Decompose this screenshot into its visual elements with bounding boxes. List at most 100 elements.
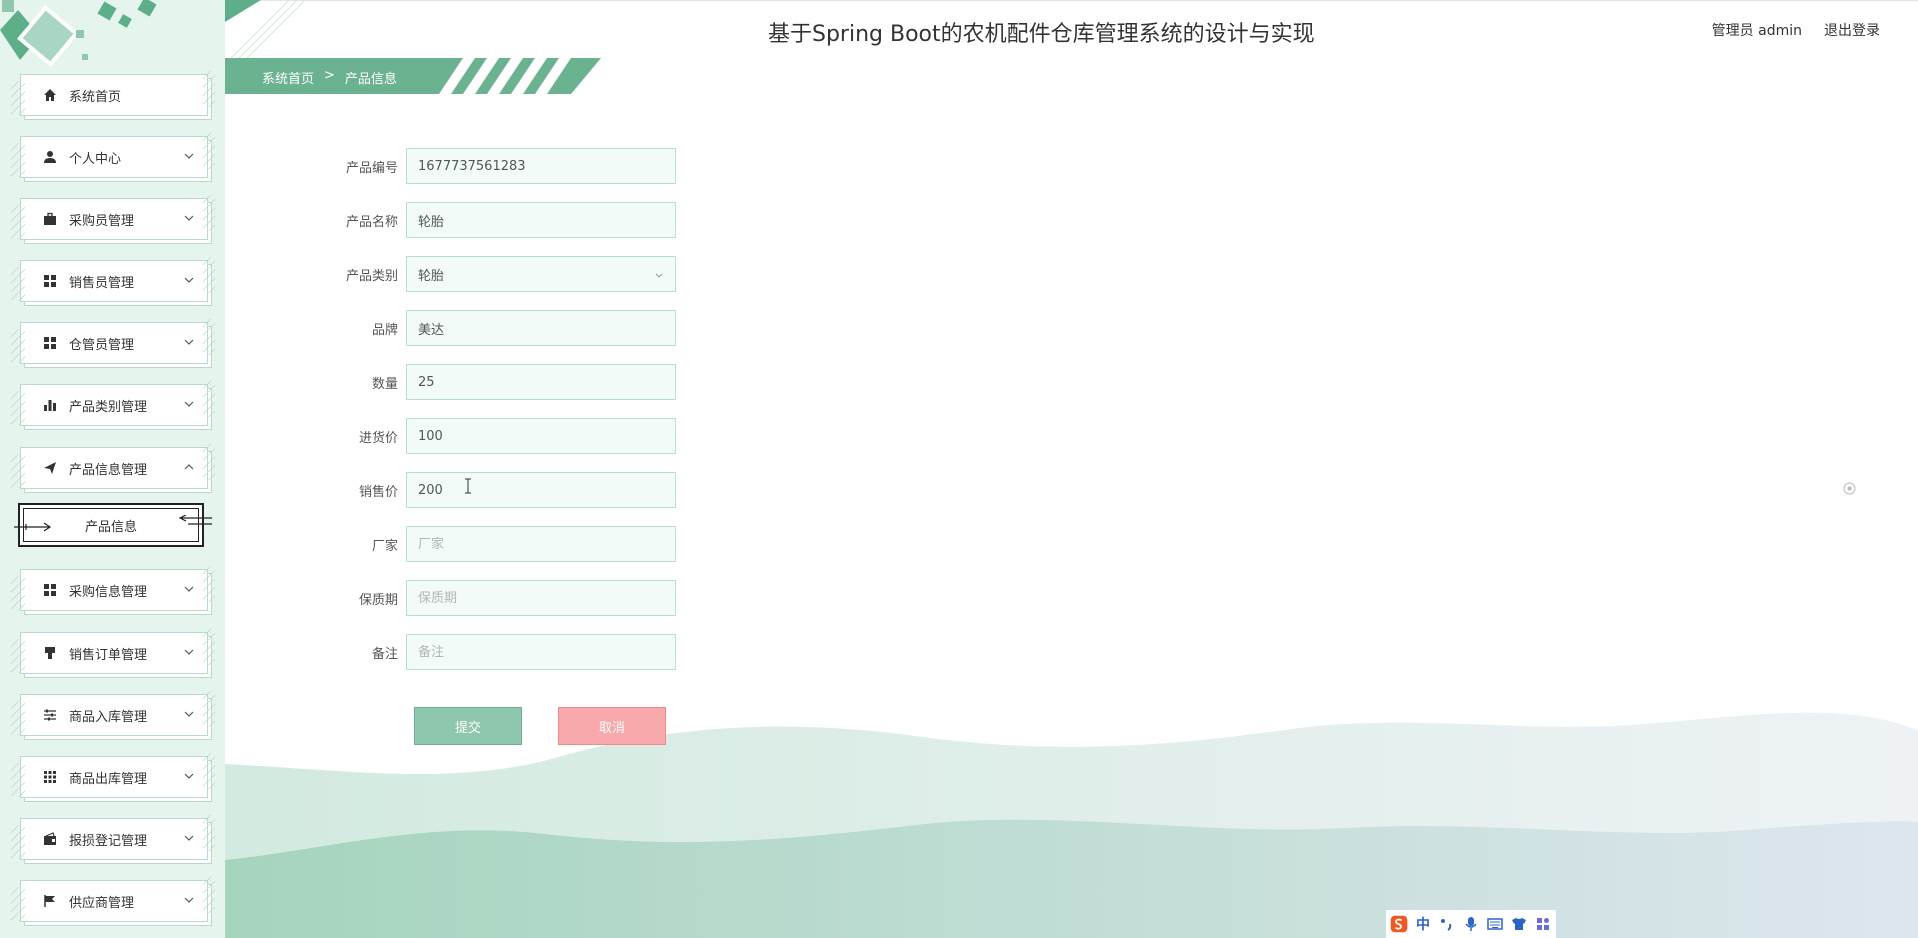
form-row-brand: 品牌 xyxy=(320,310,676,346)
mic-icon[interactable] xyxy=(1462,915,1480,933)
brand-input[interactable] xyxy=(418,320,675,336)
sidebar-item-salesperson[interactable]: 销售员管理 xyxy=(11,257,215,302)
form-row-product-category: 产品类别 轮胎 xyxy=(320,256,676,292)
sidebar-item-product-category[interactable]: 产品类别管理 xyxy=(11,381,215,426)
shelf-life-field[interactable] xyxy=(406,580,676,616)
chevron-down-icon xyxy=(184,835,194,841)
sidebar-item-label: 产品类别管理 xyxy=(69,399,148,415)
stamp-icon xyxy=(43,646,57,660)
sidebar: 系统首页 个人中心 采购员管理 销售员管理 仓管员管理 产品类别管理 产品信息管… xyxy=(0,0,225,938)
sidebar-item-label: 销售订单管理 xyxy=(69,647,148,663)
chinese-mode-toggle[interactable]: 中 xyxy=(1414,915,1432,933)
sidebar-item-purchase-info[interactable]: 采购信息管理 xyxy=(11,566,215,611)
sidebar-item-sales-order[interactable]: 销售订单管理 xyxy=(11,629,215,674)
brand-field[interactable] xyxy=(406,310,676,346)
manufacturer-input[interactable] xyxy=(418,536,675,552)
grid-icon xyxy=(43,274,57,288)
grid-icon xyxy=(43,336,57,350)
sidebar-subitem-product-info[interactable]: 产品信息 xyxy=(14,503,212,547)
sidebar-item-warehouse-keeper[interactable]: 仓管员管理 xyxy=(11,319,215,364)
product-name-field[interactable] xyxy=(406,202,676,238)
ime-toolbar: 中 xyxy=(1386,910,1556,938)
quantity-input[interactable] xyxy=(418,374,675,390)
field-label: 进货价 xyxy=(358,430,398,446)
target-icon[interactable] xyxy=(1843,482,1856,495)
field-label: 品牌 xyxy=(371,322,398,338)
breadcrumb: 系统首页 > 产品信息 xyxy=(262,68,397,87)
sidebar-item-personal-center[interactable]: 个人中心 xyxy=(11,133,215,178)
purchase-price-field[interactable] xyxy=(406,418,676,454)
cancel-button[interactable]: 取消 xyxy=(558,707,666,745)
chevron-down-icon xyxy=(184,897,194,903)
briefcase-icon xyxy=(43,212,57,226)
purchase-price-input[interactable] xyxy=(418,428,675,444)
submit-button[interactable]: 提交 xyxy=(414,707,522,745)
manufacturer-field[interactable] xyxy=(406,526,676,562)
remarks-field[interactable] xyxy=(406,634,676,670)
sidebar-item-product-info[interactable]: 产品信息管理 xyxy=(11,444,215,489)
sidebar-item-label: 个人中心 xyxy=(69,151,122,167)
product-code-field[interactable] xyxy=(406,148,676,184)
user-info: 管理员 admin xyxy=(1711,23,1802,39)
header-decoration xyxy=(225,0,306,58)
field-label: 销售价 xyxy=(358,484,398,500)
sidebar-item-damage-report[interactable]: 报损登记管理 xyxy=(11,815,215,860)
remarks-input[interactable] xyxy=(418,644,675,660)
form-row-quantity: 数量 xyxy=(320,364,676,400)
sidebar-subitem-label: 产品信息 xyxy=(84,519,137,535)
chevron-down-icon xyxy=(184,339,194,345)
sale-price-field[interactable] xyxy=(406,472,676,508)
send-icon xyxy=(43,461,57,475)
chevron-down-icon xyxy=(184,649,194,655)
wallet-icon xyxy=(43,832,57,846)
form-row-shelf-life: 保质期 xyxy=(320,580,676,616)
field-label: 数量 xyxy=(371,376,398,392)
chevron-down-icon xyxy=(184,153,194,159)
chevron-down-icon xyxy=(184,277,194,283)
text-cursor-icon xyxy=(465,478,471,494)
breadcrumb-home[interactable]: 系统首页 xyxy=(262,68,314,87)
sidebar-item-stock-out[interactable]: 商品出库管理 xyxy=(11,753,215,798)
apps-icon xyxy=(43,770,57,784)
shelf-life-input[interactable] xyxy=(418,590,675,606)
field-label: 产品名称 xyxy=(345,214,398,230)
product-category-value: 轮胎 xyxy=(418,268,445,284)
toolbox-icon[interactable] xyxy=(1534,915,1552,933)
field-label: 厂家 xyxy=(371,538,398,554)
chevron-down-icon xyxy=(184,215,194,221)
sliders-icon xyxy=(43,708,57,722)
skin-icon[interactable] xyxy=(1510,915,1528,933)
sale-price-input[interactable] xyxy=(418,482,675,498)
sidebar-item-supplier[interactable]: 供应商管理 xyxy=(11,877,215,922)
bar-chart-icon xyxy=(43,398,57,412)
form-row-remarks: 备注 xyxy=(320,634,676,670)
sidebar-item-label: 产品信息管理 xyxy=(69,462,148,478)
sidebar-item-label: 报损登记管理 xyxy=(69,833,148,849)
field-label: 备注 xyxy=(371,646,398,662)
punctuation-icon[interactable] xyxy=(1438,915,1456,933)
arrow-right-icon xyxy=(14,522,52,532)
keyboard-icon[interactable] xyxy=(1486,915,1504,933)
product-category-select[interactable]: 轮胎 xyxy=(406,256,676,292)
flag-icon xyxy=(43,894,57,908)
field-label: 产品类别 xyxy=(345,268,398,284)
sogou-icon[interactable] xyxy=(1390,915,1408,933)
chevron-down-icon xyxy=(184,773,194,779)
sidebar-item-label: 采购信息管理 xyxy=(69,584,148,600)
sidebar-item-label: 商品入库管理 xyxy=(69,709,148,725)
app-title: 基于Spring Boot的农机配件仓库管理系统的设计与实现 xyxy=(768,22,1315,47)
sidebar-item-stock-in[interactable]: 商品入库管理 xyxy=(11,691,215,736)
sidebar-item-home[interactable]: 系统首页 xyxy=(11,71,215,116)
form-row-manufacturer: 厂家 xyxy=(320,526,676,562)
product-name-input[interactable] xyxy=(418,212,675,228)
user-icon xyxy=(43,150,57,164)
arrow-left-icon xyxy=(178,515,212,525)
grid-icon xyxy=(43,583,57,597)
home-icon xyxy=(43,88,57,102)
form-row-product-name: 产品名称 xyxy=(320,202,676,238)
sidebar-item-purchaser[interactable]: 采购员管理 xyxy=(11,195,215,240)
product-code-input[interactable] xyxy=(418,158,675,174)
quantity-field[interactable] xyxy=(406,364,676,400)
logout-link[interactable]: 退出登录 xyxy=(1824,20,1880,40)
sidebar-item-label: 销售员管理 xyxy=(69,275,135,291)
